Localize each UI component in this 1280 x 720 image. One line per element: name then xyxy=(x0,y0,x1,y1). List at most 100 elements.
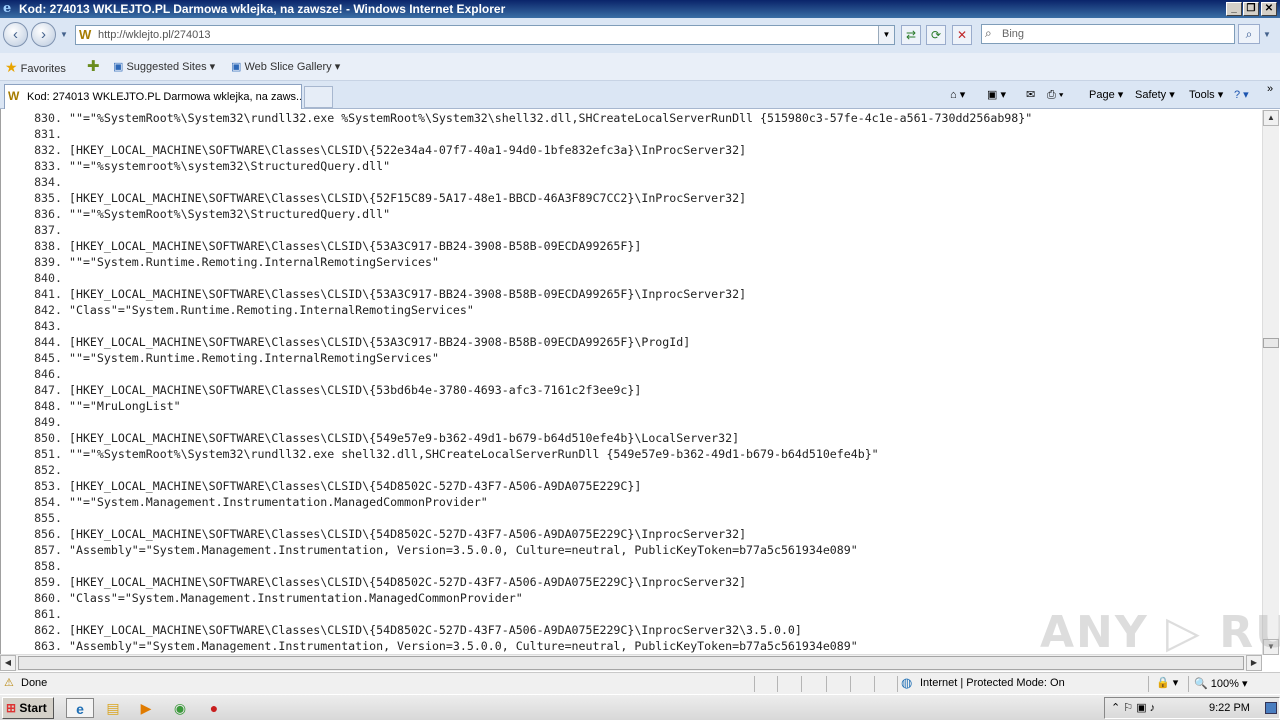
start-button[interactable]: ⊞ Start xyxy=(2,697,54,719)
address-url[interactable]: http://wklejto.pl/274013 xyxy=(98,28,211,43)
zoom-level[interactable]: 🔍 100% ▾ xyxy=(1194,677,1247,690)
line-text: [HKEY_LOCAL_MACHINE\SOFTWARE\Classes\CLS… xyxy=(68,191,747,205)
code-line: 849. xyxy=(18,414,1032,430)
code-line: 858. xyxy=(18,558,1032,574)
line-text: [HKEY_LOCAL_MACHINE\SOFTWARE\Classes\CLS… xyxy=(68,239,642,253)
code-line: 844. [HKEY_LOCAL_MACHINE\SOFTWARE\Classe… xyxy=(18,334,1032,350)
tab-bar: W Kod: 274013 WKLEJTO.PL Darmowa wklejka… xyxy=(0,81,1280,109)
code-line: 834. xyxy=(18,174,1032,190)
start-label: Start xyxy=(19,701,47,715)
minimize-button[interactable]: _ xyxy=(1226,2,1242,16)
read-mail-button[interactable]: ✉ xyxy=(1026,87,1035,103)
code-line: 862. [HKEY_LOCAL_MACHINE\SOFTWARE\Classe… xyxy=(18,622,1032,638)
clock[interactable]: 9:22 PM xyxy=(1209,698,1250,718)
title-bar[interactable]: e Kod: 274013 WKLEJTO.PL Darmowa wklejka… xyxy=(0,0,1280,18)
more-commands-chevron-icon[interactable]: » xyxy=(1267,81,1273,97)
refresh-button[interactable]: ⟳ xyxy=(926,25,946,45)
tab-active[interactable]: W Kod: 274013 WKLEJTO.PL Darmowa wklejka… xyxy=(4,84,302,109)
search-options-dropdown[interactable]: ▼ xyxy=(1263,30,1271,39)
forward-arrow-icon: › xyxy=(41,26,46,43)
internet-zone-globe-icon: ◍ xyxy=(901,675,913,690)
status-divider xyxy=(754,676,755,692)
print-button[interactable]: ⎙ ▾ xyxy=(1047,87,1063,103)
compatibility-view-button[interactable]: ⇄ xyxy=(901,25,921,45)
line-number: 849. xyxy=(34,415,62,429)
search-box[interactable]: ⌕ Bing xyxy=(981,24,1235,44)
window-title: Kod: 274013 WKLEJTO.PL Darmowa wklejka, … xyxy=(19,2,506,16)
scroll-left-button[interactable]: ◀ xyxy=(0,655,16,671)
taskbar-chrome-icon[interactable]: ◉ xyxy=(169,698,191,718)
search-icon: ⌕ xyxy=(1245,27,1253,41)
code-line: 840. xyxy=(18,270,1032,286)
web-slice-gallery-link[interactable]: ▣ Web Slice Gallery ▾ xyxy=(231,59,340,75)
help-button[interactable]: ? ▾ xyxy=(1234,87,1249,103)
line-number: 831. xyxy=(34,127,62,141)
line-number: 833. xyxy=(34,159,62,173)
line-text: ""="%SystemRoot%\System32\StructuredQuer… xyxy=(68,207,391,221)
vertical-scrollbar[interactable]: ▲ ▼ xyxy=(1262,110,1279,655)
code-line: 851. ""="%SystemRoot%\System32\rundll32.… xyxy=(18,446,1032,462)
internet-explorer-icon: e xyxy=(3,1,12,16)
home-button[interactable]: ⌂ ▾ xyxy=(950,87,965,103)
forward-button[interactable]: › xyxy=(31,22,56,47)
security-zone-text[interactable]: Internet | Protected Mode: On xyxy=(920,677,1065,689)
status-text: Done xyxy=(21,677,48,689)
status-bar: ⚠ Done ◍ Internet | Protected Mode: On 🔒… xyxy=(0,672,1280,694)
line-number: 848. xyxy=(34,399,62,413)
tab-favicon-icon: W xyxy=(8,89,20,103)
line-text: "Class"="System.Management.Instrumentati… xyxy=(68,591,523,605)
search-go-button[interactable]: ⌕ xyxy=(1238,24,1260,44)
line-text: [HKEY_LOCAL_MACHINE\SOFTWARE\Classes\CLS… xyxy=(68,575,747,589)
tools-menu[interactable]: Tools ▾ xyxy=(1189,87,1223,103)
line-text: [HKEY_LOCAL_MACHINE\SOFTWARE\Classes\CLS… xyxy=(68,335,691,349)
vertical-scroll-thumb[interactable] xyxy=(1263,338,1279,348)
protected-mode-lock-icon[interactable]: 🔒 ▾ xyxy=(1156,676,1178,689)
taskbar-app-stop-icon[interactable]: ● xyxy=(203,698,225,718)
status-divider xyxy=(874,676,875,692)
search-placeholder: Bing xyxy=(1002,28,1025,40)
line-text: ""="%systemroot%\system32\StructuredQuer… xyxy=(68,159,391,173)
show-desktop-icon[interactable] xyxy=(1265,702,1277,714)
code-line: 841. [HKEY_LOCAL_MACHINE\SOFTWARE\Classe… xyxy=(18,286,1032,302)
line-text: [HKEY_LOCAL_MACHINE\SOFTWARE\Classes\CLS… xyxy=(68,527,747,541)
suggested-sites-label: Suggested Sites ▾ xyxy=(126,61,216,73)
taskbar: ⊞ Start e ▤ ▶ ◉ ● ⌃ ⚐ ▣ ♪ 9:22 PM xyxy=(0,694,1280,720)
line-number: 834. xyxy=(34,175,62,189)
close-window-button[interactable]: ✕ xyxy=(1261,2,1277,16)
add-to-favorites-bar-icon[interactable]: ✚ xyxy=(87,59,100,75)
line-text: ""="System.Runtime.Remoting.InternalRemo… xyxy=(68,351,439,365)
taskbar-media-player-icon[interactable]: ▶ xyxy=(135,698,157,718)
back-button[interactable]: ‹ xyxy=(3,22,28,47)
scroll-up-button[interactable]: ▲ xyxy=(1263,110,1279,126)
restore-button[interactable]: ❐ xyxy=(1243,2,1259,16)
line-number: 839. xyxy=(34,255,62,269)
code-line: 830. ""="%SystemRoot%\System32\rundll32.… xyxy=(18,110,1032,126)
line-number: 846. xyxy=(34,367,62,381)
taskbar-internet-explorer-icon[interactable]: e xyxy=(66,698,94,718)
line-number: 861. xyxy=(34,607,62,621)
line-number: 851. xyxy=(34,447,62,461)
bing-search-icon: ⌕ xyxy=(985,26,992,40)
favorites-button[interactable]: ★ Favorites xyxy=(5,59,66,75)
code-line: 833. ""="%systemroot%\system32\Structure… xyxy=(18,158,1032,174)
feeds-button[interactable]: ▣ ▾ xyxy=(987,87,1006,103)
page-menu[interactable]: Page ▾ xyxy=(1089,87,1123,103)
tray-icons[interactable]: ⌃ ⚐ ▣ ♪ xyxy=(1111,698,1155,718)
taskbar-explorer-folder-icon[interactable]: ▤ xyxy=(102,698,124,718)
safety-menu[interactable]: Safety ▾ xyxy=(1135,87,1175,103)
page-content: 830. ""="%SystemRoot%\System32\rundll32.… xyxy=(0,109,1280,655)
code-line: 853. [HKEY_LOCAL_MACHINE\SOFTWARE\Classe… xyxy=(18,478,1032,494)
address-dropdown-button[interactable]: ▼ xyxy=(878,26,894,44)
line-number: 835. xyxy=(34,191,62,205)
history-dropdown[interactable]: ▼ xyxy=(60,30,68,39)
code-listing: 830. ""="%SystemRoot%\System32\rundll32.… xyxy=(18,110,1032,654)
line-text: [HKEY_LOCAL_MACHINE\SOFTWARE\Classes\CLS… xyxy=(68,143,747,157)
suggested-sites-link[interactable]: ▣ Suggested Sites ▾ xyxy=(113,59,215,75)
horizontal-scroll-thumb[interactable] xyxy=(18,656,1244,670)
new-tab-button[interactable] xyxy=(304,86,333,108)
stop-button[interactable]: ✕ xyxy=(952,25,972,45)
line-number: 836. xyxy=(34,207,62,221)
line-text: "Assembly"="System.Management.Instrument… xyxy=(68,639,858,653)
favorites-label: Favorites xyxy=(20,63,66,75)
address-bar[interactable]: W http://wklejto.pl/274013 ▼ xyxy=(75,25,895,45)
